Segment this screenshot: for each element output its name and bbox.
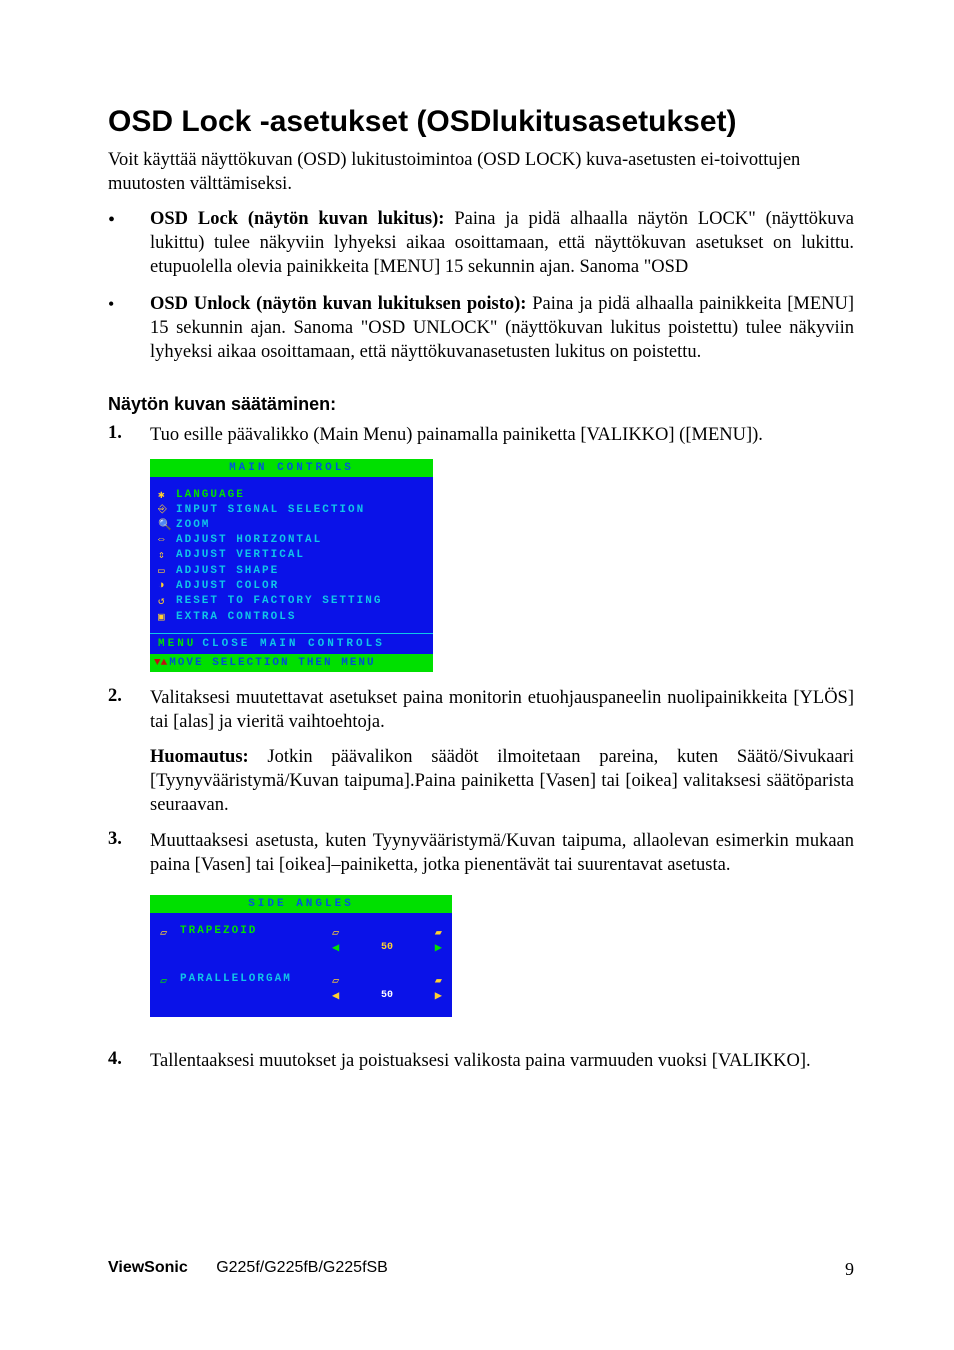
vertical-icon: ⇕: [158, 548, 176, 562]
osd-label: ADJUST HORIZONTAL: [176, 534, 322, 546]
step-number: 4.: [108, 1049, 150, 1073]
side-label: TRAPEZOID: [180, 925, 332, 937]
osd-row: ⎆INPUT SIGNAL SELECTION: [158, 503, 425, 517]
side-row-trapezoid: ▱ TRAPEZOID ▱▰ ◀ 50 ▶: [160, 925, 442, 955]
numbered-steps: 4. Tallentaaksesi muutokset ja poistuaks…: [108, 1049, 854, 1073]
osd-hint-row: ▼▲MOVE SELECTION THEN MENU: [150, 654, 433, 672]
footer-model: G225f/G225fB/G225fSB: [216, 1259, 388, 1276]
color-icon: ◑: [158, 580, 176, 592]
slider-value: 50: [381, 942, 393, 953]
step-note: Huomautus: Jotkin päävalikon säädöt ilmo…: [150, 745, 854, 817]
note-text: Jotkin päävalikon säädöt ilmoitetaan par…: [150, 747, 854, 815]
osd-close-row: MENU CLOSE MAIN CONTROLS: [150, 633, 433, 654]
right-arrow-icon: ▶: [435, 988, 442, 1003]
reset-icon: ↺: [158, 594, 176, 608]
side-row-parallelogram: ▱ PARALLELORGAM ▱▰ ◀ 50 ▶: [160, 973, 442, 1003]
osd-side-title: SIDE ANGLES: [150, 895, 452, 913]
slider-value: 50: [381, 990, 393, 1001]
step-item: 3. Muuttaaksesi asetusta, kuten Tyynyvää…: [108, 829, 854, 877]
step-text: Muuttaaksesi asetusta, kuten Tyynyvääris…: [150, 829, 854, 877]
osd-close-prefix: MENU: [158, 638, 196, 650]
step-item: 4. Tallentaaksesi muutokset ja poistuaks…: [108, 1049, 854, 1073]
step-text: Tuo esille päävalikko (Main Menu) painam…: [150, 423, 763, 447]
slider-ends: ▱▰: [332, 925, 442, 940]
page-footer: ViewSonic G225f/G225fB/G225fSB 9: [108, 1259, 854, 1280]
shape-icon: ▭: [158, 564, 176, 578]
step-number: 1.: [108, 423, 150, 447]
osd-row: ↺RESET TO FACTORY SETTING: [158, 593, 425, 609]
osd-row: ⇕ADJUST VERTICAL: [158, 547, 425, 563]
bullet-item: • OSD Unlock (näytön kuvan lukituksen po…: [108, 293, 854, 364]
slider-ends: ▱▰: [332, 973, 442, 988]
step-text: Valitaksesi muutettavat asetukset paina …: [150, 688, 854, 732]
extra-icon: ▣: [158, 610, 176, 624]
bullet-list: • OSD Lock (näytön kuvan lukitus): Paina…: [108, 208, 854, 364]
osd-hint-text: MOVE SELECTION THEN MENU: [169, 657, 375, 669]
osd-main-title: MAIN CONTROLS: [150, 459, 433, 477]
numbered-steps: 1. Tuo esille päävalikko (Main Menu) pai…: [108, 423, 854, 447]
osd-label: EXTRA CONTROLS: [176, 611, 296, 623]
footer-brand: ViewSonic: [108, 1259, 188, 1276]
osd-side-angles: SIDE ANGLES ▱ TRAPEZOID ▱▰ ◀ 50 ▶ ▱ PARA…: [150, 895, 452, 1017]
updown-icon: ▼▲: [154, 657, 167, 669]
osd-label: INPUT SIGNAL SELECTION: [176, 504, 365, 516]
side-label: PARALLELORGAM: [180, 973, 332, 985]
bullet-lead: OSD Lock (näytön kuvan lukitus):: [150, 209, 444, 229]
page-title: OSD Lock -asetukset (OSDlukitusasetukset…: [108, 105, 854, 139]
osd-label: RESET TO FACTORY SETTING: [176, 595, 382, 607]
osd-main-menu: MAIN CONTROLS ✱LANGUAGE ⎆INPUT SIGNAL SE…: [150, 459, 433, 672]
osd-close-text: CLOSE MAIN CONTROLS: [202, 638, 384, 650]
footer-left: ViewSonic G225f/G225fB/G225fSB: [108, 1259, 388, 1280]
note-lead: Huomautus:: [150, 747, 249, 767]
osd-row: ▣EXTRA CONTROLS: [158, 609, 425, 625]
osd-main-body: ✱LANGUAGE ⎆INPUT SIGNAL SELECTION 🔍ZOOM …: [150, 477, 433, 633]
bullet-item: • OSD Lock (näytön kuvan lukitus): Paina…: [108, 208, 854, 279]
shape-min-icon: ▱: [332, 925, 339, 940]
bullet-body: OSD Lock (näytön kuvan lukitus): Paina j…: [150, 208, 854, 279]
page-number: 9: [845, 1259, 854, 1280]
bullet-marker: •: [108, 293, 150, 364]
osd-label: ADJUST COLOR: [176, 580, 279, 592]
slider-value-row: ◀ 50 ▶: [332, 988, 442, 1003]
step-item: 2. Valitaksesi muutettavat asetukset pai…: [108, 686, 854, 816]
zoom-icon: 🔍: [158, 518, 176, 532]
shape-min-icon: ▱: [332, 973, 339, 988]
osd-row: ✱LANGUAGE: [158, 487, 425, 503]
bullet-lead: OSD Unlock (näytön kuvan lukituksen pois…: [150, 294, 526, 314]
bullet-body: OSD Unlock (näytön kuvan lukituksen pois…: [150, 293, 854, 364]
step-number: 3.: [108, 829, 150, 877]
intro-paragraph: Voit käyttää näyttökuvan (OSD) lukitusto…: [108, 149, 854, 196]
right-arrow-icon: ▶: [435, 940, 442, 955]
shape-max-icon: ▰: [435, 973, 442, 988]
parallelogram-icon: ▱: [160, 973, 180, 988]
slider-control: ▱▰ ◀ 50 ▶: [332, 973, 442, 1003]
step-item: 1. Tuo esille päävalikko (Main Menu) pai…: [108, 423, 854, 447]
osd-label: ADJUST VERTICAL: [176, 549, 305, 561]
shape-max-icon: ▰: [435, 925, 442, 940]
step-text: Tallentaaksesi muutokset ja poistuaksesi…: [150, 1049, 811, 1073]
horizontal-icon: ⇔: [158, 534, 176, 546]
left-arrow-icon: ◀: [332, 940, 339, 955]
osd-label: ZOOM: [176, 519, 210, 531]
step-number: 2.: [108, 686, 150, 816]
bullet-marker: •: [108, 208, 150, 279]
input-icon: ⎆: [158, 504, 176, 516]
osd-label: LANGUAGE: [176, 489, 245, 501]
osd-row: 🔍ZOOM: [158, 517, 425, 533]
step-body: Valitaksesi muutettavat asetukset paina …: [150, 686, 854, 816]
osd-row: ⇔ADJUST HORIZONTAL: [158, 533, 425, 547]
osd-side-body: ▱ TRAPEZOID ▱▰ ◀ 50 ▶ ▱ PARALLELORGAM ▱▰: [150, 913, 452, 1017]
osd-row: ◑ADJUST COLOR: [158, 579, 425, 593]
slider-value-row: ◀ 50 ▶: [332, 940, 442, 955]
left-arrow-icon: ◀: [332, 988, 339, 1003]
osd-row: ▭ADJUST SHAPE: [158, 563, 425, 579]
globe-icon: ✱: [158, 488, 176, 502]
osd-label: ADJUST SHAPE: [176, 565, 279, 577]
numbered-steps: 2. Valitaksesi muutettavat asetukset pai…: [108, 686, 854, 876]
slider-control: ▱▰ ◀ 50 ▶: [332, 925, 442, 955]
trapezoid-icon: ▱: [160, 925, 180, 940]
section-subhead: Näytön kuvan säätäminen:: [108, 394, 854, 415]
